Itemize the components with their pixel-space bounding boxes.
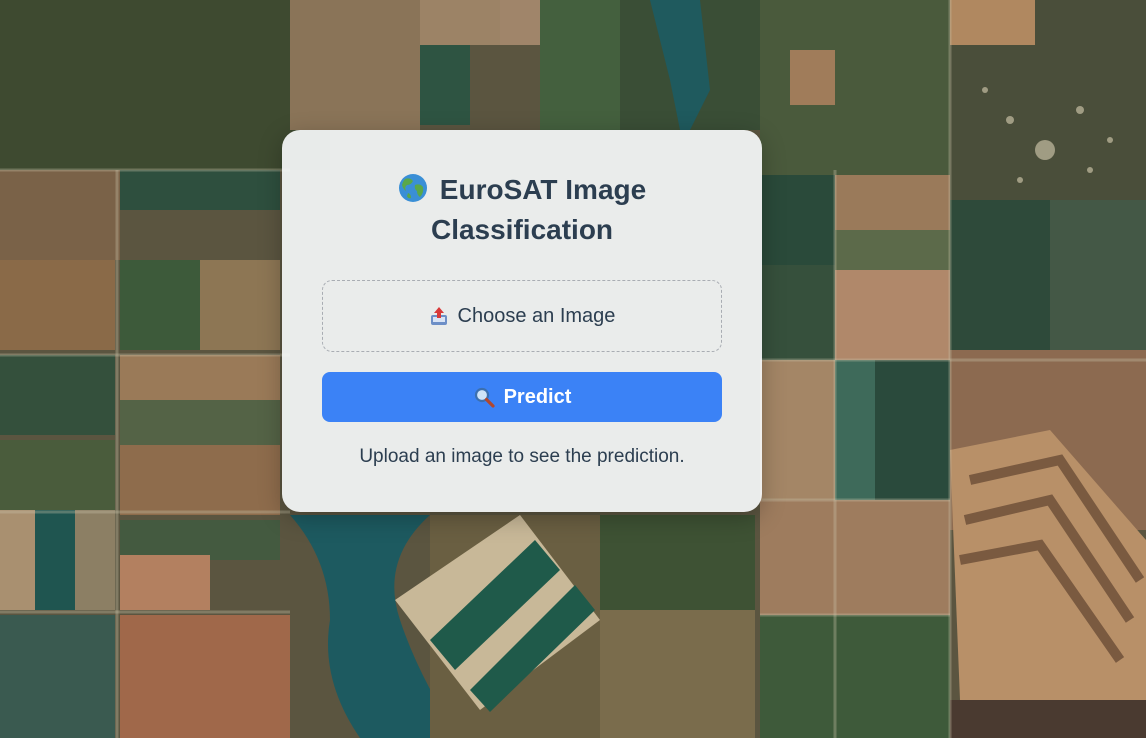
title-text: EuroSAT Image Classification <box>430 174 647 245</box>
globe-icon <box>398 173 428 203</box>
prediction-result-text: Upload an image to see the prediction. <box>359 446 685 467</box>
predict-button[interactable]: Predict <box>322 372 722 422</box>
upload-tray-icon <box>429 306 449 326</box>
magnifier-icon <box>473 386 495 408</box>
classification-card: EuroSAT Image Classification Choose an I… <box>282 130 762 512</box>
choose-image-label: Choose an Image <box>457 304 616 327</box>
choose-image-button[interactable]: Choose an Image <box>322 280 722 352</box>
predict-label: Predict <box>503 385 572 408</box>
page-title: EuroSAT Image Classification <box>322 170 722 250</box>
